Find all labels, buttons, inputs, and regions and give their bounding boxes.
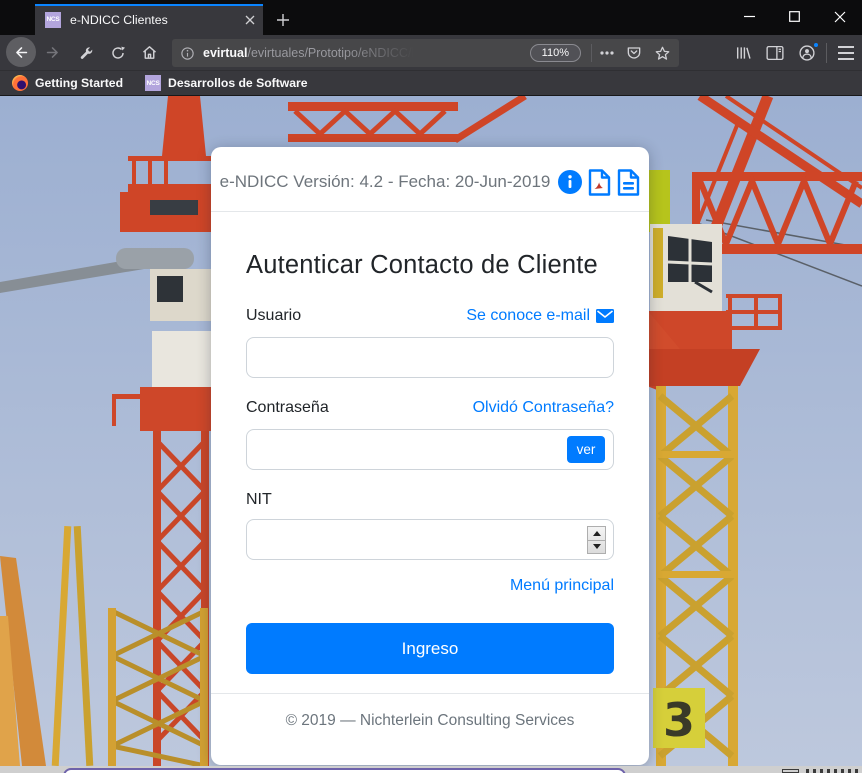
home-icon xyxy=(141,44,158,61)
bookmark-label: Desarrollos de Software xyxy=(168,76,308,90)
background-window-text-sliver xyxy=(806,769,858,773)
background-window-icon xyxy=(782,769,799,773)
titlebar: NCS e-NDICC Clientes xyxy=(0,0,862,35)
tab-favicon: NCS xyxy=(45,12,61,28)
tools-button[interactable] xyxy=(77,44,94,61)
library-button[interactable] xyxy=(727,35,759,70)
ingreso-button[interactable]: Ingreso xyxy=(246,623,614,674)
url-path: /evirtuales/Prototipo/eNDICC/lo xyxy=(247,46,421,60)
contrasena-input[interactable] xyxy=(246,429,614,470)
browser-window: NCS e-NDICC Clientes xyxy=(0,0,862,773)
footer-divider xyxy=(211,693,649,694)
envelope-icon xyxy=(596,309,614,323)
ncs-favicon: NCS xyxy=(145,75,161,91)
url-domain: evirtual xyxy=(203,46,247,60)
back-arrow-icon xyxy=(13,44,30,61)
nit-row: NIT xyxy=(246,491,614,509)
spinner-up-button[interactable] xyxy=(588,527,605,540)
star-icon xyxy=(654,45,671,62)
account-button[interactable] xyxy=(791,35,823,70)
url-bar[interactable]: evirtual/evirtuales/Prototipo/eNDICC/lo … xyxy=(172,39,679,67)
home-button[interactable] xyxy=(141,44,158,61)
card-header: e-NDICC Versión: 4.2 - Fecha: 20-Jun-201… xyxy=(211,165,649,199)
login-card: e-NDICC Versión: 4.2 - Fecha: 20-Jun-201… xyxy=(211,147,649,765)
nit-input[interactable] xyxy=(246,519,614,560)
contrasena-row: Contraseña Olvidó Contraseña? xyxy=(246,399,614,417)
bookmark-getting-started[interactable]: Getting Started xyxy=(12,75,123,91)
library-icon xyxy=(735,44,752,61)
reload-button[interactable] xyxy=(109,44,126,61)
account-notification-dot xyxy=(813,42,819,48)
close-button[interactable] xyxy=(817,0,862,33)
pocket-icon xyxy=(626,45,642,61)
se-conoce-email-link[interactable]: Se conoce e-mail xyxy=(466,307,614,325)
usuario-input[interactable] xyxy=(246,337,614,378)
usuario-row: Usuario Se conoce e-mail xyxy=(246,307,614,325)
page-actions-button[interactable] xyxy=(600,51,614,55)
nit-number-spinner[interactable] xyxy=(587,526,606,554)
back-button[interactable] xyxy=(6,37,36,67)
browser-tab[interactable]: NCS e-NDICC Clientes xyxy=(35,4,263,35)
bookmarks-bar: Getting Started NCS Desarrollos de Softw… xyxy=(0,70,862,96)
document-file-icon[interactable] xyxy=(617,169,640,196)
ellipsis-icon xyxy=(600,51,614,55)
menu-row: Menú principal xyxy=(246,577,614,595)
tab-close-icon[interactable] xyxy=(245,15,255,25)
minimize-button[interactable] xyxy=(727,0,772,33)
olvido-contrasena-link[interactable]: Olvidó Contraseña? xyxy=(473,399,614,417)
maximize-button[interactable] xyxy=(772,0,817,33)
active-tab-accent xyxy=(35,4,263,6)
hamburger-icon xyxy=(838,46,854,60)
pocket-button[interactable] xyxy=(626,45,642,61)
pdf-file-icon[interactable] xyxy=(588,169,611,196)
contrasena-label: Contraseña xyxy=(246,399,329,417)
window-controls xyxy=(727,0,862,33)
bookmark-desarrollos[interactable]: NCS Desarrollos de Software xyxy=(145,75,308,91)
urlbar-separator xyxy=(591,44,592,62)
sidebar-button[interactable] xyxy=(759,35,791,70)
reload-icon xyxy=(110,45,126,61)
new-tab-button[interactable] xyxy=(270,8,296,32)
copyright-text: © 2019 — Nichterlein Consulting Services xyxy=(211,712,649,730)
version-line: e-NDICC Versión: 4.2 - Fecha: 20-Jun-201… xyxy=(220,172,551,192)
menu-principal-link[interactable]: Menú principal xyxy=(510,577,614,594)
wrench-icon xyxy=(78,45,94,61)
background-window-edge xyxy=(63,768,626,773)
usuario-label: Usuario xyxy=(246,307,301,325)
forward-button[interactable] xyxy=(44,44,61,61)
site-info-icon[interactable] xyxy=(180,46,195,61)
toolbar-separator xyxy=(826,43,827,63)
menu-button[interactable] xyxy=(830,35,862,70)
sidebar-icon xyxy=(766,45,784,61)
header-divider xyxy=(211,211,649,212)
arrow-down-icon xyxy=(593,544,601,549)
ver-button[interactable]: ver xyxy=(567,436,605,463)
nit-label: NIT xyxy=(246,491,272,509)
bookmark-star-button[interactable] xyxy=(654,45,671,62)
page-content: 3 e-NDICC Versión: 4.2 - Fecha: 20-Jun-2… xyxy=(0,96,862,766)
url-text[interactable]: evirtual/evirtuales/Prototipo/eNDICC/lo xyxy=(203,46,530,60)
tab-title: e-NDICC Clientes xyxy=(70,13,245,27)
toolbar-right-icons xyxy=(727,35,862,70)
info-icon[interactable] xyxy=(558,170,582,194)
bottom-edge-strip xyxy=(0,766,862,773)
crane-sign-number: 3 xyxy=(663,693,695,747)
zoom-level-badge[interactable]: 110% xyxy=(530,44,581,62)
page-title: Autenticar Contacto de Cliente xyxy=(246,251,614,280)
firefox-logo-icon xyxy=(12,75,28,91)
header-icons xyxy=(558,169,640,196)
spinner-down-button[interactable] xyxy=(588,541,605,554)
bookmark-label: Getting Started xyxy=(35,76,123,90)
arrow-up-icon xyxy=(593,531,601,536)
se-conoce-email-label: Se conoce e-mail xyxy=(466,307,590,325)
forward-arrow-icon xyxy=(44,44,61,61)
